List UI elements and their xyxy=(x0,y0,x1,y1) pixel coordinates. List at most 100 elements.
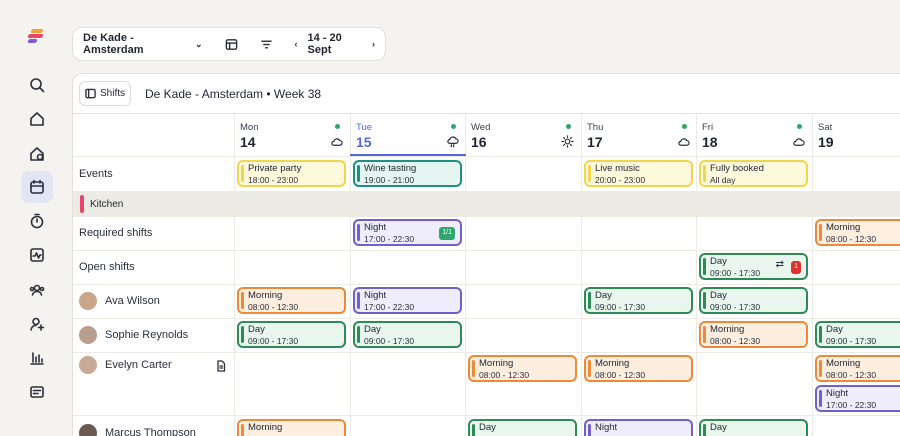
day-name: Thu xyxy=(587,122,604,133)
shift-card[interactable]: Day 09:00 - 17:30 xyxy=(237,321,346,348)
event-card[interactable]: Fully booked All day xyxy=(699,160,808,187)
employee-row-label[interactable]: Ava Wilson xyxy=(79,292,160,310)
day-header-sat[interactable]: Sat 19 xyxy=(812,114,900,156)
shift-title: Day xyxy=(710,422,727,433)
team-icon xyxy=(29,284,45,296)
shift-time: 09:00 - 17:30 xyxy=(595,301,646,312)
filter-icon xyxy=(260,40,272,48)
coverage-badge: 1/1 xyxy=(439,227,455,240)
shift-card[interactable]: Night 17:00 - 22:30 xyxy=(815,385,900,412)
shift-card[interactable]: Day 09:00 - 17:30 ⇄ 1 xyxy=(699,253,808,280)
shift-title: Morning xyxy=(248,290,283,301)
shift-time: 08:00 - 12:30 xyxy=(710,335,761,346)
chart-icon xyxy=(30,352,44,365)
day-header-wed[interactable]: Wed 16 xyxy=(465,114,581,156)
prev-week-button[interactable]: ‹ xyxy=(295,39,298,49)
shift-card[interactable]: Day 09:00 - 17:30 xyxy=(699,287,808,314)
activity-button[interactable] xyxy=(21,239,53,271)
page-title: De Kade - Amsterdam • Week 38 xyxy=(145,87,322,101)
shift-card[interactable]: Night 17:00 - 22:30 1/1 xyxy=(353,219,462,246)
reports-button[interactable] xyxy=(21,342,53,374)
shift-time: 08:00 - 12:30 xyxy=(826,233,877,244)
location-label: De Kade - Amsterdam xyxy=(83,32,144,56)
day-header-tue[interactable]: Tue 15 xyxy=(350,114,466,156)
sidebar-icon xyxy=(85,88,96,99)
shift-card[interactable]: Morning 08:00 - 12:30 xyxy=(237,419,346,436)
grid-view-button[interactable] xyxy=(225,38,238,51)
shift-card[interactable]: Day 09:00 - 17:30 xyxy=(584,287,693,314)
shift-card[interactable]: Day 09:00 - 17:30 xyxy=(468,419,577,436)
status-dot xyxy=(797,124,802,129)
day-name: Fri xyxy=(702,122,714,133)
shift-title: Morning xyxy=(826,222,861,233)
shift-card[interactable]: Morning 08:00 - 12:30 xyxy=(815,355,900,382)
date-range: ‹ 14 - 20 Sept › xyxy=(295,32,375,56)
shift-time: 08:00 - 12:30 xyxy=(479,369,530,380)
shift-card[interactable]: Night 17:00 - 22:30 xyxy=(584,419,693,436)
shift-title: Night xyxy=(364,290,387,301)
shift-time: 09:00 - 17:30 xyxy=(710,301,761,312)
shift-card[interactable]: Morning 08:00 - 12:30 xyxy=(699,321,808,348)
shift-card[interactable]: Day 09:00 - 17:30 xyxy=(815,321,900,348)
employee-row-label[interactable]: Evelyn Carter xyxy=(79,356,172,374)
location-button[interactable] xyxy=(21,138,53,170)
shift-time: 08:00 - 12:30 xyxy=(826,369,877,380)
day-header-thu[interactable]: Thu 17 xyxy=(581,114,697,156)
shift-time: 08:00 - 12:30 xyxy=(595,369,646,380)
home-button[interactable] xyxy=(21,103,53,135)
cloud-icon xyxy=(792,135,805,148)
event-time: 20:00 - 23:00 xyxy=(595,174,646,185)
shift-card[interactable]: Morning 08:00 - 12:30 xyxy=(468,355,577,382)
day-header-mon[interactable]: Mon 14 xyxy=(234,114,350,156)
add-user-button[interactable] xyxy=(21,308,53,340)
event-card[interactable]: Wine tasting 19:00 - 21:00 xyxy=(353,160,462,187)
employee-row-label[interactable]: Sophie Reynolds xyxy=(79,326,188,344)
timer-button[interactable] xyxy=(21,205,53,237)
event-title: Live music xyxy=(595,163,640,174)
shift-title: Day xyxy=(826,324,843,335)
employee-name: Marcus Thompson xyxy=(105,427,196,436)
id-card-button[interactable] xyxy=(21,376,53,408)
shifts-toggle-button[interactable]: Shifts xyxy=(79,81,131,106)
schedule-button[interactable] xyxy=(21,171,53,203)
row-label-events: Events xyxy=(79,168,113,180)
document-icon[interactable] xyxy=(215,359,227,372)
open-count-badge: 1 xyxy=(791,261,801,274)
shift-card[interactable]: Day 09:00 - 17:30 xyxy=(353,321,462,348)
shift-card[interactable]: Day 09:00 - 17:30 xyxy=(699,419,808,436)
employee-row-label[interactable]: Marcus Thompson xyxy=(79,424,196,436)
team-button[interactable] xyxy=(21,274,53,306)
event-time: 19:00 - 21:00 xyxy=(364,174,415,185)
section-kitchen[interactable]: Kitchen xyxy=(73,191,900,217)
status-dot xyxy=(451,124,456,129)
event-time: All day xyxy=(710,174,736,185)
next-week-button[interactable]: › xyxy=(372,39,375,49)
day-name: Sat xyxy=(818,122,833,133)
panel-header: Shifts De Kade - Amsterdam • Week 38 xyxy=(73,74,900,114)
shift-card[interactable]: Morning 08:00 - 12:30 xyxy=(237,287,346,314)
logo-icon[interactable] xyxy=(27,28,46,46)
table-icon xyxy=(225,38,237,50)
filter-button[interactable] xyxy=(260,38,273,51)
event-card[interactable]: Live music 20:00 - 23:00 xyxy=(584,160,693,187)
day-header-fri[interactable]: Fri 18 xyxy=(696,114,812,156)
home-icon xyxy=(30,112,44,126)
shift-title: Day xyxy=(595,290,612,301)
day-number: 15 xyxy=(356,134,372,150)
search-button[interactable] xyxy=(21,69,53,101)
shift-time: 17:00 - 22:30 xyxy=(826,399,877,410)
shift-card[interactable]: Morning 08:00 - 12:30 xyxy=(584,355,693,382)
event-card[interactable]: Private party 18:00 - 23:00 xyxy=(237,160,346,187)
shift-time: 09:00 - 17:30 xyxy=(248,335,299,346)
shift-title: Morning xyxy=(479,358,514,369)
location-icon xyxy=(30,147,44,161)
id-card-icon xyxy=(30,386,44,398)
shift-card[interactable]: Morning 08:00 - 12:30 xyxy=(815,219,900,246)
location-select[interactable]: De Kade - Amsterdam ⌄ xyxy=(83,32,203,56)
shift-title: Morning xyxy=(710,324,745,335)
shift-title: Morning xyxy=(248,422,283,433)
section-label: Kitchen xyxy=(90,199,124,210)
employee-name: Ava Wilson xyxy=(105,295,160,307)
shift-card[interactable]: Night 17:00 - 22:30 xyxy=(353,287,462,314)
event-title: Fully booked xyxy=(710,163,764,174)
